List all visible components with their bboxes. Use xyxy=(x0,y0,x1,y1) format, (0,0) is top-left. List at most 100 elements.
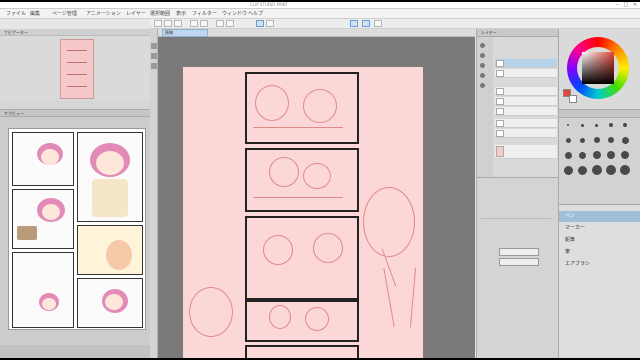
brush-size-option[interactable] xyxy=(595,124,598,127)
eye-icon[interactable] xyxy=(480,43,485,48)
snap-grid-icon[interactable] xyxy=(266,20,274,27)
snap-ruler-icon[interactable] xyxy=(256,20,264,27)
sketch-stroke xyxy=(189,287,233,337)
brush-size-option[interactable] xyxy=(567,124,569,126)
panel-frame xyxy=(245,345,359,358)
manga-page[interactable] xyxy=(183,67,423,358)
sketch-stroke xyxy=(303,163,331,189)
sub-view-header: サブビュー xyxy=(0,110,150,117)
menu-filter[interactable]: フィルター xyxy=(192,10,217,17)
new-icon[interactable] xyxy=(154,20,162,27)
menu-layer[interactable]: レイヤー xyxy=(126,10,146,17)
layer-row[interactable] xyxy=(495,87,557,96)
sub-tool-item[interactable]: ペン xyxy=(559,211,640,222)
menu-view[interactable]: 表示 xyxy=(176,10,186,17)
manga-panel xyxy=(77,278,143,328)
document-tab[interactable]: 原稿 xyxy=(162,29,208,37)
reference-image xyxy=(8,128,146,330)
eye-icon[interactable] xyxy=(480,73,485,78)
layer-thumbnail xyxy=(496,70,504,77)
navigator-controls[interactable] xyxy=(0,101,150,109)
brush-size-option[interactable] xyxy=(566,138,571,143)
navigator-header: ナビゲーター xyxy=(0,29,150,36)
save-icon[interactable] xyxy=(174,20,182,27)
saturation-value-picker[interactable] xyxy=(582,52,614,84)
property-button-right[interactable] xyxy=(499,258,539,266)
eye-icon[interactable] xyxy=(480,53,485,58)
menu-selection[interactable]: 選択範囲 xyxy=(150,10,170,17)
brush-size-option[interactable] xyxy=(609,123,613,127)
brush-size-option[interactable] xyxy=(578,166,587,175)
sketch-stroke xyxy=(255,85,289,121)
menu-file[interactable]: ファイル xyxy=(6,10,26,17)
layer-row[interactable] xyxy=(495,145,557,159)
layer-row[interactable] xyxy=(495,69,557,78)
canvas-area[interactable]: 原稿 xyxy=(158,29,475,358)
brush-size-option[interactable] xyxy=(564,166,573,175)
brush-size-option[interactable] xyxy=(593,151,601,159)
sketch-stroke xyxy=(363,187,415,257)
sub-tool-item[interactable]: エアブラシ xyxy=(559,259,640,270)
sub-view-controls[interactable] xyxy=(0,345,150,358)
layer-thumbnail xyxy=(496,98,504,105)
close-button[interactable]: × xyxy=(630,2,640,9)
brush-size-option[interactable] xyxy=(622,137,629,144)
layer-row[interactable] xyxy=(495,107,557,116)
layer-row[interactable] xyxy=(495,119,557,128)
sub-tool-item[interactable]: 鉛筆 xyxy=(559,235,640,246)
brush-size-option[interactable] xyxy=(621,151,629,159)
zoom-tool-icon[interactable] xyxy=(151,43,157,49)
sub-tool-item[interactable]: 筆 xyxy=(559,247,640,258)
brush-size-option[interactable] xyxy=(580,138,585,143)
brush-size-option[interactable] xyxy=(607,151,615,159)
menu-page[interactable]: ページ管理 xyxy=(52,10,77,17)
clear-icon[interactable] xyxy=(216,20,224,27)
brush-size-option[interactable] xyxy=(606,165,616,175)
selection-tool-icon[interactable] xyxy=(151,63,157,69)
eye-icon[interactable] xyxy=(480,63,485,68)
sketch-stroke xyxy=(253,127,343,128)
brush-size-option[interactable] xyxy=(594,137,600,143)
brush-size-option[interactable] xyxy=(608,137,614,143)
tool-property-panel xyxy=(476,177,558,358)
sketch-stroke xyxy=(313,233,343,263)
manga-panel xyxy=(12,132,74,186)
brush-size-option[interactable] xyxy=(565,152,572,159)
layer-row[interactable] xyxy=(495,59,557,68)
sub-color-swatch[interactable] xyxy=(569,95,577,103)
property-button-left[interactable] xyxy=(499,248,539,256)
layer-thumbnail xyxy=(496,60,504,67)
transform-icon[interactable] xyxy=(226,20,234,27)
selection-icon[interactable] xyxy=(350,20,358,27)
brush-size-option[interactable] xyxy=(579,152,586,159)
menu-bar: ファイル 編集 ページ管理 アニメーション レイヤー 選択範囲 表示 フィルター… xyxy=(0,9,640,19)
menu-edit[interactable]: 編集 xyxy=(30,10,40,17)
sketch-stroke xyxy=(409,267,417,328)
sketch-stroke xyxy=(303,89,337,123)
layer-row[interactable] xyxy=(495,129,557,138)
command-bar xyxy=(150,19,640,29)
menu-window[interactable]: ウィンドウ xyxy=(222,10,247,17)
brush-size-option[interactable] xyxy=(623,123,627,127)
brush-size-option[interactable] xyxy=(592,165,602,175)
menu-animation[interactable]: アニメーション xyxy=(86,10,121,17)
panel-frame xyxy=(245,148,359,212)
move-tool-icon[interactable] xyxy=(151,53,157,59)
brush-size-option[interactable] xyxy=(620,165,630,175)
color-wheel[interactable] xyxy=(567,37,629,99)
redo-icon[interactable] xyxy=(200,20,208,27)
panel-frame xyxy=(245,216,359,300)
layer-thumbnail xyxy=(496,120,504,127)
navigator-preview[interactable] xyxy=(60,39,94,99)
app-window: CLIP STUDIO PAINT – □ × ファイル 編集 ページ管理 アニ… xyxy=(0,2,640,358)
manga-panel xyxy=(77,225,143,275)
eye-icon[interactable] xyxy=(480,83,485,88)
fill-icon[interactable] xyxy=(362,20,370,27)
menu-help[interactable]: ヘルプ xyxy=(248,10,263,17)
sub-tool-item[interactable]: マーカー xyxy=(559,223,640,234)
layer-row[interactable] xyxy=(495,97,557,106)
brush-size-option[interactable] xyxy=(581,124,584,127)
pattern-icon[interactable] xyxy=(374,20,382,27)
undo-icon[interactable] xyxy=(190,20,198,27)
open-icon[interactable] xyxy=(164,20,172,27)
